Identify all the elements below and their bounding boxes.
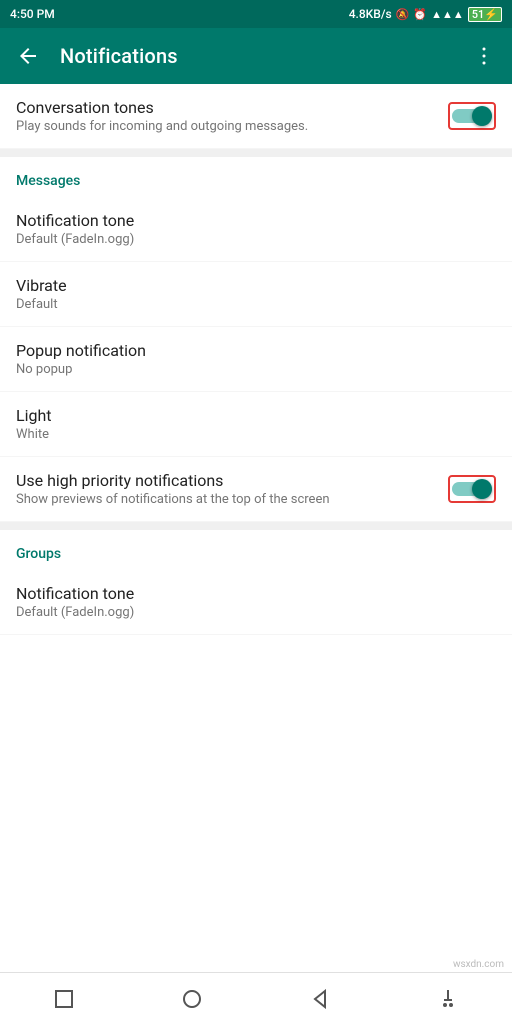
setting-text-light: Light White xyxy=(16,406,496,442)
back-button[interactable] xyxy=(8,36,48,76)
section-top: Conversation tones Play sounds for incom… xyxy=(0,84,512,149)
status-bar-left: 4:50 PM xyxy=(10,7,55,21)
network-speed: 4.8KB/s xyxy=(349,7,392,21)
setting-subtitle-high-priority: Show previews of notifications at the to… xyxy=(16,492,448,507)
setting-light[interactable]: Light White xyxy=(0,392,512,457)
divider-messages xyxy=(0,149,512,157)
app-bar: Notifications xyxy=(0,28,512,84)
nav-recents-button[interactable] xyxy=(420,973,476,1025)
status-bar-right: 4.8KB/s 🔕 ⏰ ▲▲▲ 51⚡ xyxy=(349,7,502,22)
toggle-conversation-tones[interactable] xyxy=(452,105,492,127)
setting-text-groups-notification-tone: Notification tone Default (FadeIn.ogg) xyxy=(16,584,496,620)
setting-title-high-priority: Use high priority notifications xyxy=(16,471,448,490)
setting-text-conversation-tones: Conversation tones Play sounds for incom… xyxy=(16,98,448,134)
section-messages: Messages Notification tone Default (Fade… xyxy=(0,157,512,522)
section-groups: Groups Notification tone Default (FadeIn… xyxy=(0,530,512,635)
toggle-thumb-2 xyxy=(472,479,492,499)
toggle-thumb xyxy=(472,106,492,126)
setting-notification-tone[interactable]: Notification tone Default (FadeIn.ogg) xyxy=(0,197,512,262)
setting-subtitle-notification-tone: Default (FadeIn.ogg) xyxy=(16,232,496,247)
setting-text-notification-tone: Notification tone Default (FadeIn.ogg) xyxy=(16,211,496,247)
setting-subtitle-conversation-tones: Play sounds for incoming and outgoing me… xyxy=(16,119,448,134)
watermark: wsxdn.com xyxy=(0,957,512,972)
divider-groups xyxy=(0,522,512,530)
alarm-icon: ⏰ xyxy=(413,8,427,21)
setting-groups-notification-tone[interactable]: Notification tone Default (FadeIn.ogg) xyxy=(0,570,512,635)
setting-subtitle-groups-notification-tone: Default (FadeIn.ogg) xyxy=(16,605,496,620)
section-header-messages: Messages xyxy=(0,157,512,197)
nav-home-button[interactable] xyxy=(164,973,220,1025)
content-area: Conversation tones Play sounds for incom… xyxy=(0,84,512,957)
page-title: Notifications xyxy=(60,44,452,68)
more-options-button[interactable] xyxy=(464,36,504,76)
setting-high-priority[interactable]: Use high priority notifications Show pre… xyxy=(0,457,512,522)
setting-text-high-priority: Use high priority notifications Show pre… xyxy=(16,471,448,507)
setting-text-popup-notification: Popup notification No popup xyxy=(16,341,496,377)
status-time: 4:50 PM xyxy=(10,7,55,21)
nav-square-button[interactable] xyxy=(36,973,92,1025)
setting-subtitle-popup-notification: No popup xyxy=(16,362,496,377)
battery-icon: 51⚡ xyxy=(468,7,502,22)
setting-title-vibrate: Vibrate xyxy=(16,276,496,295)
setting-title-conversation-tones: Conversation tones xyxy=(16,98,448,117)
section-header-groups: Groups xyxy=(0,530,512,570)
status-bar: 4:50 PM 4.8KB/s 🔕 ⏰ ▲▲▲ 51⚡ xyxy=(0,0,512,28)
setting-vibrate[interactable]: Vibrate Default xyxy=(0,262,512,327)
setting-title-light: Light xyxy=(16,406,496,425)
toggle-high-priority[interactable] xyxy=(452,478,492,500)
mute-icon: 🔕 xyxy=(396,8,410,21)
setting-title-popup-notification: Popup notification xyxy=(16,341,496,360)
setting-subtitle-vibrate: Default xyxy=(16,297,496,312)
toggle-conversation-tones-wrapper[interactable] xyxy=(448,102,496,130)
nav-back-button[interactable] xyxy=(292,973,348,1025)
setting-popup-notification[interactable]: Popup notification No popup xyxy=(0,327,512,392)
signal-icon: ▲▲▲ xyxy=(431,8,464,21)
setting-text-vibrate: Vibrate Default xyxy=(16,276,496,312)
setting-subtitle-light: White xyxy=(16,427,496,442)
setting-title-notification-tone: Notification tone xyxy=(16,211,496,230)
setting-title-groups-notification-tone: Notification tone xyxy=(16,584,496,603)
bottom-nav xyxy=(0,972,512,1024)
toggle-high-priority-wrapper[interactable] xyxy=(448,475,496,503)
setting-conversation-tones[interactable]: Conversation tones Play sounds for incom… xyxy=(0,84,512,149)
